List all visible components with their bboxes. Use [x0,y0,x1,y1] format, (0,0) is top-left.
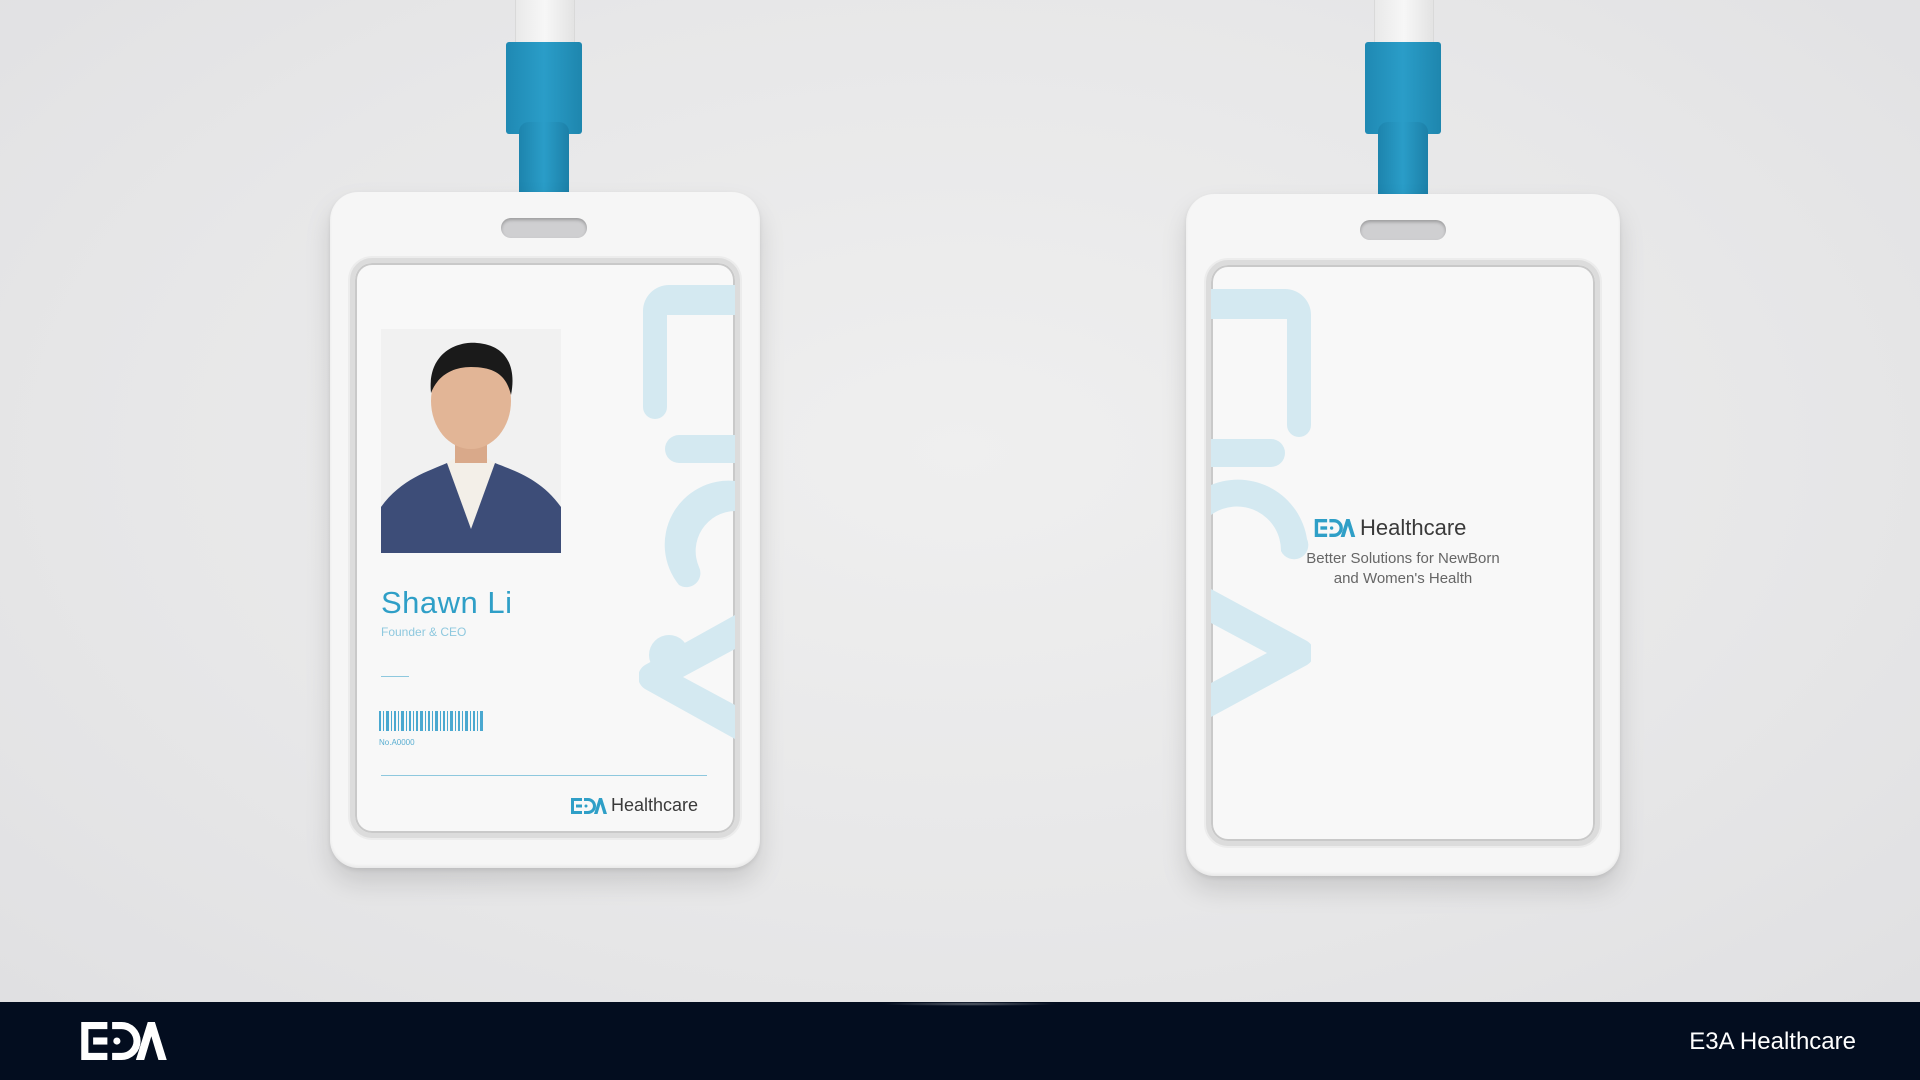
front-watermark-logo [639,285,735,739]
e3a-logo-icon [1314,519,1356,537]
employee-title: Founder & CEO [381,625,467,639]
back-brand-name: Healthcare [1360,515,1467,540]
mockup-scene: Shawn Li Founder & CEO No.A0000 Healthca… [0,0,1920,1002]
portrait-photo [381,329,561,553]
accent-divider-short [381,676,409,677]
right-lanyard-clip [1365,42,1441,134]
back-holder-slot [1360,220,1446,240]
footer-company-name: E3A Healthcare [1689,1028,1856,1055]
badge-number: No.A0000 [379,738,415,747]
front-brand-lockup: Healthcare [571,795,698,816]
person-silhouette-icon [381,329,561,553]
front-badge-holder: Shawn Li Founder & CEO No.A0000 Healthca… [330,192,760,868]
tagline-line-2: and Women's Health [1333,570,1473,587]
footer-bar: E3A Healthcare [0,1002,1920,1080]
barcode-icon [379,711,483,731]
front-brand-name: Healthcare [611,795,699,815]
left-lanyard-clip [506,42,582,134]
tagline-line-1: Better Solutions for NewBorn [1306,550,1500,567]
back-watermark-logo [1211,289,1311,717]
e3a-logo-icon [571,797,607,814]
back-tagline: Better Solutions for NewBorn and Women's… [1273,549,1533,589]
back-badge-card: Healthcare Better Solutions for NewBorn … [1206,260,1600,846]
back-badge-holder: Healthcare Better Solutions for NewBorn … [1186,194,1620,876]
back-brand-lockup: Healthcare [1314,515,1466,541]
front-badge-card: Shawn Li Founder & CEO No.A0000 Healthca… [350,258,740,838]
e3a-logo-icon [81,1022,167,1060]
accent-divider-long [381,775,707,776]
employee-name: Shawn Li [381,585,513,620]
front-holder-slot [501,218,587,238]
footer-glow [880,1002,1060,1006]
